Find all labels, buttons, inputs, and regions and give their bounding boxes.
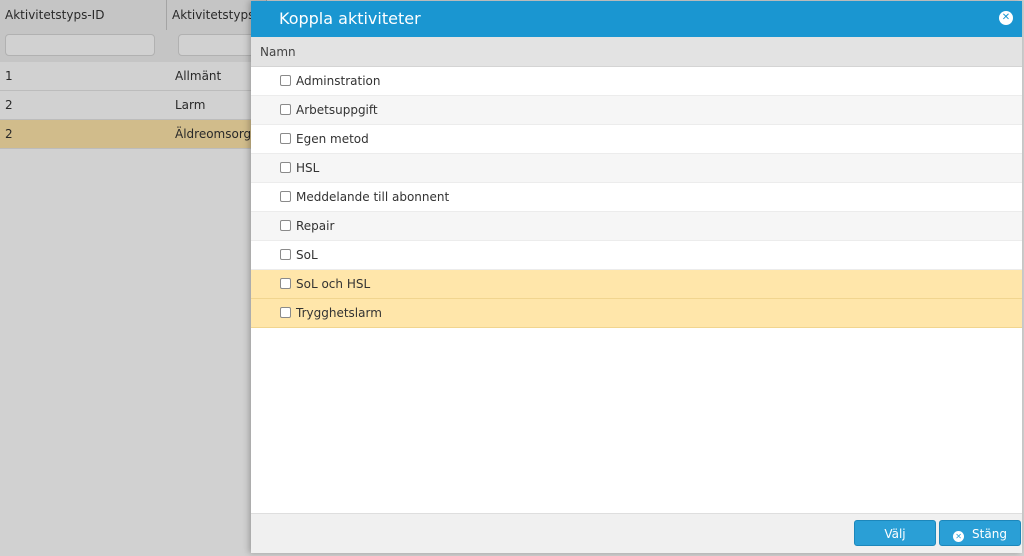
checkbox[interactable] (280, 191, 291, 202)
list-item[interactable]: Arbetsuppgift (251, 96, 1022, 125)
list-item-label: Meddelande till abonnent (296, 190, 450, 204)
list-item[interactable]: Meddelande till abonnent (251, 183, 1022, 212)
list-item-label: Egen metod (296, 132, 369, 146)
list-item[interactable]: SoL och HSL (251, 270, 1022, 299)
list-item-label: HSL (296, 161, 320, 175)
checkbox[interactable] (280, 278, 291, 289)
koppla-aktiviteter-dialog: Koppla aktiviteter ✕ Namn Adminstration … (251, 1, 1022, 553)
list-item[interactable]: Trygghetslarm (251, 299, 1022, 328)
list-item[interactable]: HSL (251, 154, 1022, 183)
dialog-footer: Välj ✕ Stäng (251, 513, 1022, 553)
list-item-label: Repair (296, 219, 335, 233)
checkbox[interactable] (280, 307, 291, 318)
dialog-title-bar: Koppla aktiviteter ✕ (251, 1, 1022, 37)
list-item-label: Arbetsuppgift (296, 103, 378, 117)
close-button[interactable]: ✕ Stäng (939, 520, 1021, 546)
checkbox[interactable] (280, 133, 291, 144)
list-item[interactable]: SoL (251, 241, 1022, 270)
checkbox[interactable] (280, 75, 291, 86)
select-button[interactable]: Välj (854, 520, 936, 546)
close-circle-icon[interactable]: ✕ (999, 11, 1013, 25)
close-circle-icon: ✕ (953, 531, 965, 542)
list-item[interactable]: Egen metod (251, 125, 1022, 154)
dialog-title: Koppla aktiviteter (279, 9, 421, 28)
list-item-label: Trygghetslarm (296, 306, 382, 320)
list-item-label: SoL och HSL (296, 277, 371, 291)
checkbox[interactable] (280, 249, 291, 260)
column-header-namn[interactable]: Namn (251, 37, 1022, 67)
checkbox[interactable] (280, 220, 291, 231)
checkbox[interactable] (280, 104, 291, 115)
list-item-label: SoL (296, 248, 318, 262)
list-item[interactable]: Repair (251, 212, 1022, 241)
activity-list: Adminstration Arbetsuppgift Egen metod H… (251, 67, 1022, 328)
checkbox[interactable] (280, 162, 291, 173)
close-button-label: Stäng (972, 527, 1007, 541)
list-item[interactable]: Adminstration (251, 67, 1022, 96)
list-item-label: Adminstration (296, 74, 381, 88)
